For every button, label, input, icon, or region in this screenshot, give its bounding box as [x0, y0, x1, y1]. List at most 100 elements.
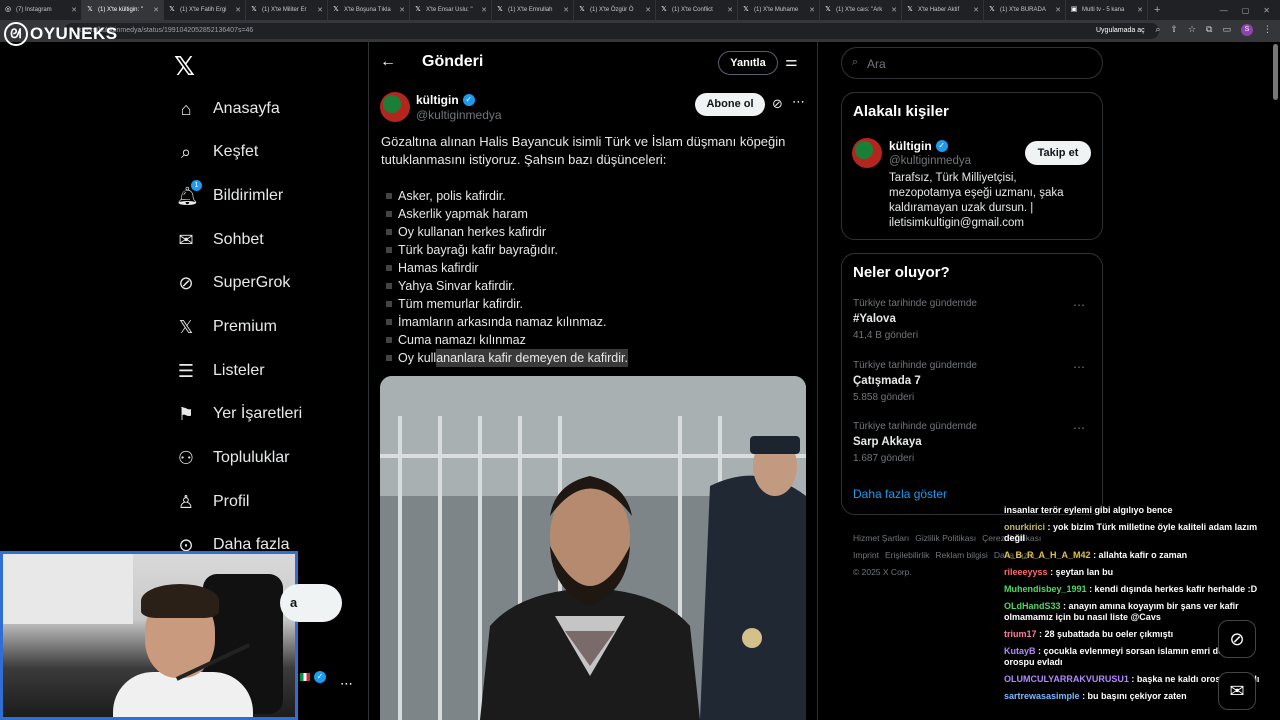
browser-tab[interactable]: 𝕏 X'te Ensar Uslu: " ✕ — [410, 0, 492, 20]
star-icon[interactable]: ☆ — [1188, 24, 1196, 36]
url-field[interactable]: x.com/kultiginmedya/status/1991042052852… — [64, 23, 1159, 39]
x-logo-icon[interactable]: 𝕏 — [174, 51, 195, 82]
trend-item[interactable]: Türkiye tarihinde gündemde Çatışmada 7 5.8… — [853, 360, 1093, 403]
nav-item-communities[interactable]: ⚇ Topluluklar — [176, 443, 290, 473]
footer-link[interactable]: Gizlilik Politikası — [915, 533, 976, 543]
messages-float-button[interactable]: ✉ — [1218, 672, 1256, 710]
chat-username: Muhendisbey_1991 — [1004, 584, 1087, 594]
browser-tab[interactable]: 𝕏 (1) X'te Conflict ✕ — [656, 0, 738, 20]
close-icon[interactable]: ✕ — [232, 6, 241, 14]
nav-item-grok[interactable]: ⊘ SuperGrok — [176, 268, 290, 298]
browser-tab[interactable]: ◎ (7) Instagram ✕ — [0, 0, 82, 20]
close-icon[interactable]: ✕ — [68, 6, 77, 14]
close-icon[interactable]: ✕ — [396, 6, 405, 14]
footer-link[interactable]: Erişilebilirlik — [885, 550, 929, 560]
grok-icon[interactable]: ⊘ — [772, 96, 783, 112]
close-icon[interactable]: ✕ — [888, 6, 897, 14]
show-more-link[interactable]: Daha fazla göster — [853, 487, 947, 501]
more-options-icon[interactable]: ⋯ — [1073, 360, 1085, 374]
follow-button[interactable]: Takip et — [1025, 141, 1091, 165]
footer-link[interactable]: Hizmet Şartları — [853, 533, 909, 543]
related-handle[interactable]: @kultiginmedya — [889, 155, 971, 167]
nav-item-label: Listeler — [213, 362, 265, 379]
nav-item-profile[interactable]: ♙ Profil — [176, 487, 250, 517]
close-icon[interactable]: ✕ — [970, 6, 979, 14]
trend-item[interactable]: Türkiye tarihinde gündemde #Yalova 41,4 B … — [853, 298, 1093, 341]
more-options-icon[interactable]: ⋯ — [1073, 421, 1085, 435]
footer-link[interactable]: Imprint — [853, 550, 879, 560]
nav-item-bookmark[interactable]: ⚑ Yer İşaretleri — [176, 399, 302, 429]
webcam-wall — [3, 554, 133, 624]
close-window-icon[interactable]: ✕ — [1263, 6, 1270, 15]
zoom-icon[interactable]: ⌕ — [1155, 24, 1160, 36]
browser-tab[interactable]: 𝕏 (1) X'te Fatih Ergi ✕ — [164, 0, 246, 20]
close-icon[interactable]: ✕ — [560, 6, 569, 14]
author-handle[interactable]: @kultiginmedya — [416, 108, 502, 122]
browser-tab[interactable]: 𝕏 (1) X'te Muhame ✕ — [738, 0, 820, 20]
minimize-icon[interactable]: — — [1220, 6, 1228, 15]
author-avatar[interactable] — [380, 92, 410, 122]
nav-item-label: Yer İşaretleri — [213, 405, 303, 422]
browser-tab[interactable]: ▣ Multi tv - 5 kana ✕ — [1066, 0, 1148, 20]
share-icon[interactable]: ⇪ — [1170, 24, 1178, 36]
verified-badge-icon: ✓ — [314, 671, 326, 683]
reply-button[interactable]: Yanıtla — [718, 51, 778, 75]
logo-text: OYUNEKS — [30, 24, 118, 43]
menu-icon[interactable]: ⋮ — [1263, 24, 1272, 36]
nav-item-label: Anasayfa — [213, 100, 280, 117]
back-arrow-icon[interactable]: ← — [380, 53, 396, 71]
more-options-icon[interactable]: ⋯ — [792, 94, 805, 110]
nav-item-search[interactable]: ⌕ Keşfet — [176, 137, 258, 167]
browser-tab[interactable]: 𝕏 (1) X'te Militer Er ✕ — [246, 0, 328, 20]
chat-username: A_B_R_A_H_A_M42 — [1004, 550, 1091, 560]
related-avatar[interactable] — [852, 138, 882, 168]
new-tab-icon[interactable]: + — [1148, 4, 1166, 16]
browser-tab[interactable]: 𝕏 (1) X'te caıs: "Ark ✕ — [820, 0, 902, 20]
grok-float-button[interactable]: ⊘ — [1218, 620, 1256, 658]
author-name-row[interactable]: kültigin ✓ — [416, 93, 475, 107]
x-icon: 𝕏 — [825, 6, 831, 13]
adjust-icon[interactable]: ⚌ — [785, 53, 798, 70]
tab-label: (7) Instagram — [16, 7, 52, 13]
browser-tab[interactable]: 𝕏 (1) X'te Emrullah ✕ — [492, 0, 574, 20]
close-icon[interactable]: ✕ — [478, 6, 487, 14]
tweet-photo[interactable] — [380, 376, 806, 720]
nav-item-mail[interactable]: ✉ Sohbet — [176, 225, 263, 255]
search-box[interactable]: ⌕ Ara — [841, 47, 1103, 79]
trend-posts: 41,4 B gönderi — [853, 330, 919, 341]
list-item: Asker, polis kafirdir. — [386, 187, 628, 205]
account-switcher-flags[interactable]: ✓ — [300, 671, 326, 683]
chat-text: : allahta kafir o zaman — [1093, 550, 1188, 560]
nav-item-list[interactable]: ☰ Listeler — [176, 356, 265, 386]
browser-tab[interactable]: 𝕏 X'te Haber Aktif ✕ — [902, 0, 984, 20]
close-icon[interactable]: ✕ — [806, 6, 815, 14]
browser-tab[interactable]: 𝕏 (1) X'te BURADA ✕ — [984, 0, 1066, 20]
close-icon[interactable]: ✕ — [1052, 6, 1061, 14]
page-scrollbar[interactable] — [1273, 44, 1278, 100]
sidebar-icon[interactable]: ▭ — [1222, 24, 1231, 36]
open-in-app-label: Uygulamada aç — [1096, 27, 1145, 34]
maximize-icon[interactable]: ▢ — [1242, 6, 1250, 15]
post-button[interactable]: a — [280, 584, 342, 622]
account-more-icon[interactable]: ⋯ — [340, 676, 353, 692]
close-icon[interactable]: ✕ — [314, 6, 323, 14]
nav-item-x[interactable]: 𝕏 Premium — [176, 312, 277, 342]
more-options-icon[interactable]: ⋯ — [1073, 298, 1085, 312]
trend-item[interactable]: Türkiye tarihinde gündemde Sarp Akkaya 1.6… — [853, 421, 1093, 464]
subscribe-button[interactable]: Abone ol — [695, 93, 765, 116]
profile-avatar[interactable]: S — [1241, 24, 1253, 36]
related-name-row[interactable]: kültigin ✓ — [889, 139, 948, 153]
nav-item-home[interactable]: ⌂ Anasayfa — [176, 94, 280, 124]
browser-tab[interactable]: 𝕏 (1) X'te Özgür Ö ✕ — [574, 0, 656, 20]
browser-tab[interactable]: 𝕏 (1) X'te kültigin: " ✕ — [82, 0, 164, 20]
open-in-app-button[interactable]: Uygulamada aç — [1090, 24, 1151, 38]
close-icon[interactable]: ✕ — [150, 6, 159, 14]
footer-link[interactable]: Reklam bilgisi — [935, 550, 987, 560]
extensions-icon[interactable]: ⧉ — [1206, 24, 1212, 36]
close-icon[interactable]: ✕ — [1134, 6, 1143, 14]
browser-tab[interactable]: 𝕏 X'te Boşuna Tıkla ✕ — [328, 0, 410, 20]
nav-item-bell[interactable]: 🔔︎ 1 Bildirimler — [176, 179, 283, 211]
close-icon[interactable]: ✕ — [642, 6, 651, 14]
list-item: Yahya Sinvar kafirdir. — [386, 277, 628, 295]
close-icon[interactable]: ✕ — [724, 6, 733, 14]
